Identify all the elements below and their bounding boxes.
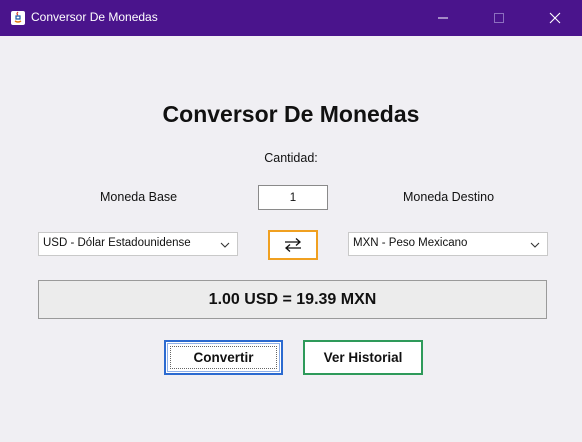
minimize-icon xyxy=(438,17,448,19)
swap-currencies-button[interactable] xyxy=(268,230,318,260)
view-history-button[interactable]: Ver Historial xyxy=(303,340,423,375)
convert-button[interactable]: Convertir xyxy=(164,340,283,375)
base-currency-label: Moneda Base xyxy=(100,190,178,204)
maximize-icon xyxy=(494,13,504,23)
close-button[interactable] xyxy=(532,0,578,36)
amount-label: Cantidad: xyxy=(264,151,318,165)
app-window: Conversor De Monedas Conversor De Moneda… xyxy=(0,0,582,442)
target-currency-label: Moneda Destino xyxy=(403,190,495,204)
result-text: 1.00 USD = 19.39 MXN xyxy=(208,290,377,308)
close-icon xyxy=(549,12,561,24)
base-currency-value: USD - Dólar Estadounidense xyxy=(43,237,191,249)
maximize-button[interactable] xyxy=(476,0,522,36)
focus-ring xyxy=(170,346,277,369)
base-currency-select[interactable]: USD - Dólar Estadounidense xyxy=(38,232,238,256)
swap-arrows-icon xyxy=(285,238,301,252)
view-history-button-label: Ver Historial xyxy=(323,350,403,365)
main-panel: Conversor De Monedas Cantidad: Moneda Ba… xyxy=(0,36,582,442)
chevron-down-icon xyxy=(220,242,230,248)
amount-input[interactable] xyxy=(258,185,328,210)
target-currency-select[interactable]: MXN - Peso Mexicano xyxy=(348,232,548,256)
chevron-down-icon xyxy=(530,242,540,248)
minimize-button[interactable] xyxy=(420,0,466,36)
page-title: Conversor De Monedas xyxy=(162,101,420,127)
target-currency-value: MXN - Peso Mexicano xyxy=(353,237,468,249)
title-bar[interactable]: Conversor De Monedas xyxy=(0,0,582,36)
java-icon xyxy=(10,10,26,26)
window-title: Conversor De Monedas xyxy=(31,10,158,24)
result-display: 1.00 USD = 19.39 MXN xyxy=(38,280,547,319)
